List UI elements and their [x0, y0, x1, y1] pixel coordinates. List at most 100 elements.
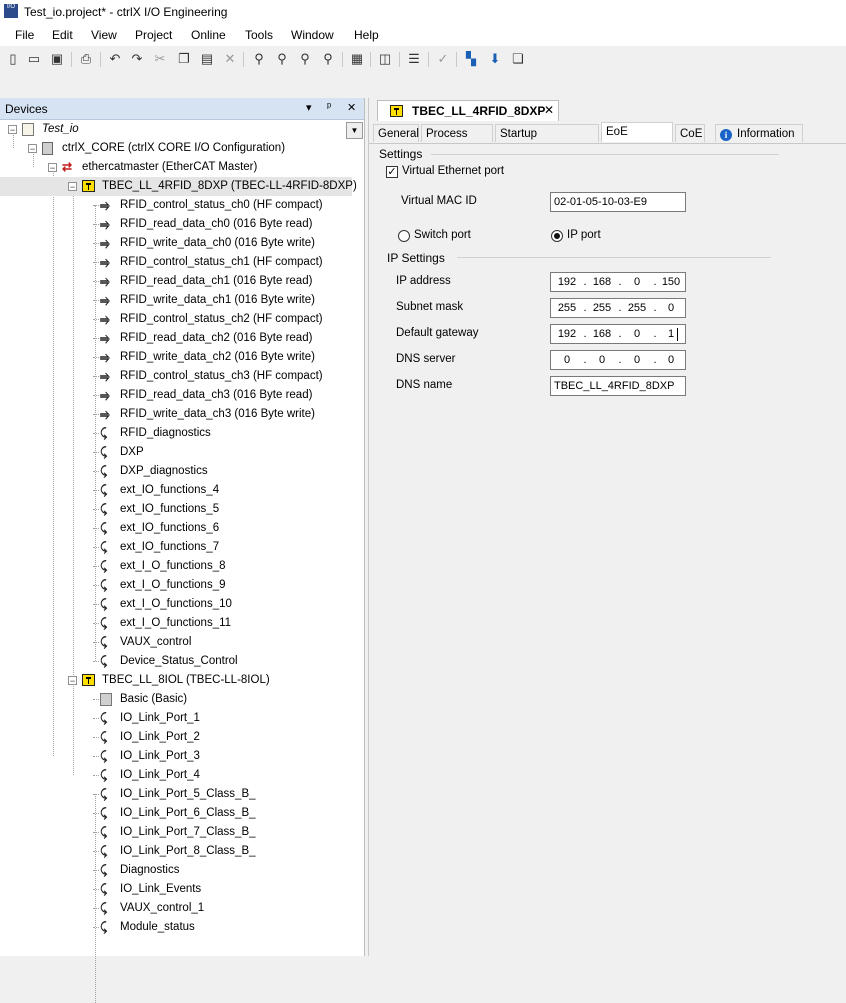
- tree-item[interactable]: ⤹ ext_IO_functions_6: [0, 519, 362, 538]
- tree-item[interactable]: − ⇄ ethercatmaster (EtherCAT Master): [0, 158, 362, 177]
- menu-edit[interactable]: Edit: [52, 28, 73, 42]
- tree-item[interactable]: − TBEC_LL_8IOL (TBEC-LL-8IOL): [0, 671, 362, 690]
- tree-item[interactable]: ⤹ ext_IO_functions_7: [0, 538, 362, 557]
- close-tab-icon[interactable]: ✕: [544, 103, 554, 117]
- login-icon[interactable]: ▚: [463, 51, 479, 67]
- menu-help[interactable]: Help: [354, 28, 379, 42]
- tree-item[interactable]: ⤹ RFID_diagnostics: [0, 424, 362, 443]
- ip-address-field[interactable]: 192. 168. 0. 150: [550, 272, 686, 292]
- close-icon[interactable]: ✕: [347, 101, 356, 114]
- download-icon[interactable]: ⬇: [487, 51, 503, 67]
- switch-port-radio[interactable]: [398, 230, 410, 242]
- tree-item[interactable]: ⤹ IO_Link_Port_5_Class_B_: [0, 785, 362, 804]
- subnet-mask-field[interactable]: 255. 255. 255. 0: [550, 298, 686, 318]
- tab-eoe-settings[interactable]: EoE Settings: [601, 122, 673, 156]
- paste-icon[interactable]: ▤: [199, 51, 215, 67]
- tree-item[interactable]: ⤹ IO_Link_Port_7_Class_B_: [0, 823, 362, 842]
- bookmark-icon[interactable]: ◫: [377, 51, 393, 67]
- tree-item[interactable]: ⤹ IO_Link_Port_2: [0, 728, 362, 747]
- copy-icon[interactable]: ❐: [176, 51, 192, 67]
- tree-item[interactable]: ⥤ RFID_write_data_ch0 (016 Byte write): [0, 234, 362, 253]
- ip-port-radio[interactable]: [551, 230, 563, 242]
- tab-startup-parameters[interactable]: Startup Parameters: [495, 124, 599, 158]
- tree-item[interactable]: ⥤ RFID_write_data_ch1 (016 Byte write): [0, 291, 362, 310]
- tree-item[interactable]: ⤹ DXP_diagnostics: [0, 462, 362, 481]
- print-icon[interactable]: ⎙: [78, 51, 94, 67]
- pin-icon[interactable]: ᵖ: [327, 101, 331, 113]
- tree-item[interactable]: ⤹ IO_Link_Port_1: [0, 709, 362, 728]
- mac-field[interactable]: 02-01-05-10-03-E9: [550, 192, 686, 212]
- tree-item[interactable]: ⤹ Module_status: [0, 918, 362, 937]
- tree-item[interactable]: ⤹ Device_Status_Control: [0, 652, 362, 671]
- collapse-icon[interactable]: −: [8, 125, 17, 135]
- tree-item[interactable]: ⤹ IO_Link_Port_4: [0, 766, 362, 785]
- default-gateway-field[interactable]: 192. 168. 0. 1: [550, 324, 686, 344]
- tree-item[interactable]: ⤹ ext_I_O_functions_8: [0, 557, 362, 576]
- tree-item[interactable]: ⤹ ext_I_O_functions_10: [0, 595, 362, 614]
- menu-online[interactable]: Online: [191, 28, 226, 42]
- dns-server-field[interactable]: 0. 0. 0. 0: [550, 350, 686, 370]
- panel-menu-icon[interactable]: ▾: [306, 101, 312, 114]
- tree-item[interactable]: ⥤ RFID_control_status_ch1 (HF compact): [0, 253, 362, 272]
- gateway-octet: 168: [592, 328, 612, 340]
- tree-item[interactable]: ⥤ RFID_control_status_ch2 (HF compact): [0, 310, 362, 329]
- collapse-icon[interactable]: −: [28, 144, 37, 154]
- tree-item[interactable]: ⤹ VAUX_control_1: [0, 899, 362, 918]
- tree-item[interactable]: ⥤ RFID_read_data_ch1 (016 Byte read): [0, 272, 362, 291]
- tab-information[interactable]: i Information: [715, 124, 803, 142]
- find-next-icon[interactable]: ⚲: [274, 51, 290, 67]
- tree-item[interactable]: ⤹ VAUX_control: [0, 633, 362, 652]
- tab-general[interactable]: General: [373, 124, 419, 142]
- tree-item[interactable]: ⤹ Diagnostics: [0, 861, 362, 880]
- tree-item[interactable]: ⤹ IO_Link_Port_6_Class_B_: [0, 804, 362, 823]
- menu-tools[interactable]: Tools: [245, 28, 273, 42]
- tree-item[interactable]: ⤹ ext_I_O_functions_9: [0, 576, 362, 595]
- tree-item[interactable]: ⥤ RFID_read_data_ch0 (016 Byte read): [0, 215, 362, 234]
- redo-icon[interactable]: ↷: [129, 51, 145, 67]
- tree-item[interactable]: − TBEC_LL_4RFID_8DXP (TBEC-LL-4RFID-8DXP): [0, 177, 357, 196]
- tree-item[interactable]: − ctrlX_CORE (ctrlX CORE I/O Configuratio…: [0, 139, 362, 158]
- tree-item[interactable]: ⥤ RFID_read_data_ch2 (016 Byte read): [0, 329, 362, 348]
- sort-icon[interactable]: ☰: [406, 51, 422, 67]
- new-icon[interactable]: ▯: [5, 51, 21, 67]
- tree-item[interactable]: ⤹ DXP: [0, 443, 362, 462]
- tree-item[interactable]: ⤹ IO_Link_Port_3: [0, 747, 362, 766]
- toolbar-separator: [342, 52, 343, 67]
- tree-item[interactable]: ⥤ RFID_write_data_ch2 (016 Byte write): [0, 348, 362, 367]
- replace-icon[interactable]: ⚲: [320, 51, 336, 67]
- doc-tab[interactable]: TBEC_LL_4RFID_8DXP ✕: [377, 100, 559, 121]
- undo-icon[interactable]: ↶: [107, 51, 123, 67]
- compare-icon[interactable]: ❏: [510, 51, 526, 67]
- tree-item[interactable]: ⥤ RFID_read_data_ch3 (016 Byte read): [0, 386, 362, 405]
- collapse-icon[interactable]: −: [48, 163, 57, 173]
- tree-item[interactable]: − Test_io: [0, 120, 362, 139]
- tree-item[interactable]: ⥤ RFID_control_status_ch0 (HF compact): [0, 196, 362, 215]
- tree-item[interactable]: ⤹ ext_IO_functions_4: [0, 481, 362, 500]
- select-all-icon[interactable]: ▦: [349, 51, 365, 67]
- tab-coe[interactable]: CoE: [675, 124, 705, 142]
- tree-item[interactable]: ⥤ RFID_control_status_ch3 (HF compact): [0, 367, 362, 386]
- open-icon[interactable]: ▭: [26, 51, 42, 67]
- tree-item[interactable]: Basic (Basic): [0, 690, 362, 709]
- tab-process-data[interactable]: Process Data: [421, 124, 493, 158]
- cut-icon[interactable]: ✂: [152, 51, 168, 67]
- find-all-icon[interactable]: ⚲: [297, 51, 313, 67]
- collapse-icon[interactable]: −: [68, 676, 77, 686]
- build-icon[interactable]: ✓: [435, 51, 451, 67]
- tree-item[interactable]: ⤹ IO_Link_Port_8_Class_B_: [0, 842, 362, 861]
- menu-file[interactable]: File: [15, 28, 34, 42]
- menu-window[interactable]: Window: [291, 28, 334, 42]
- tree-item[interactable]: ⤹ ext_I_O_functions_11: [0, 614, 362, 633]
- delete-icon[interactable]: ✕: [222, 51, 238, 67]
- find-icon[interactable]: ⚲: [251, 51, 267, 67]
- menu-view[interactable]: View: [91, 28, 117, 42]
- tree-item[interactable]: ⥤ RFID_write_data_ch3 (016 Byte write): [0, 405, 362, 424]
- save-icon[interactable]: ▣: [49, 51, 65, 67]
- menu-project[interactable]: Project: [135, 28, 172, 42]
- section-divider: [431, 154, 779, 155]
- collapse-icon[interactable]: −: [68, 182, 77, 192]
- tree-item[interactable]: ⤹ ext_IO_functions_5: [0, 500, 362, 519]
- dns-name-field[interactable]: TBEC_LL_4RFID_8DXP: [550, 376, 686, 396]
- virtual-ethernet-checkbox[interactable]: ✓: [386, 166, 398, 178]
- tree-item[interactable]: ⤹ IO_Link_Events: [0, 880, 362, 899]
